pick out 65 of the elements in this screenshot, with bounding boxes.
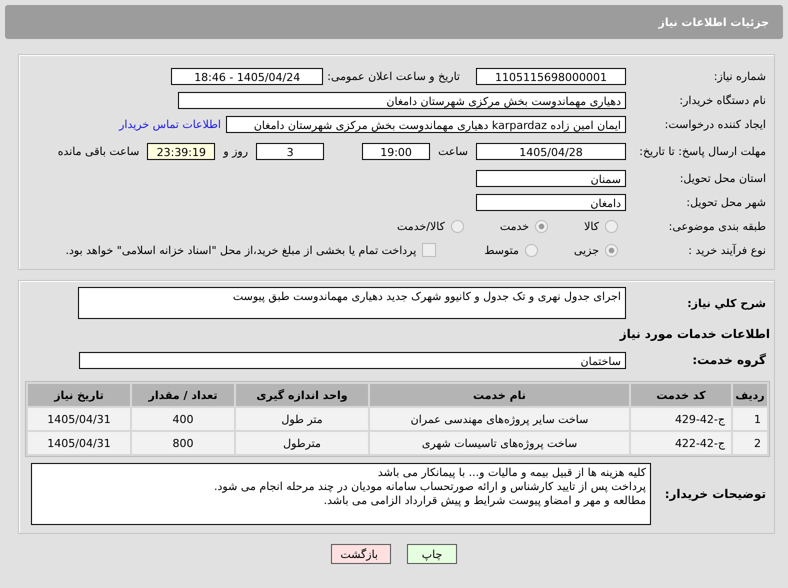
table-cell: 1 [733,408,767,430]
city-field: دامغان [476,194,626,210]
service-group-field: ساختمان [79,352,626,368]
column-header: تعداد / مقدار [132,384,234,406]
column-header: ردیف [733,384,767,406]
description-field: اجرای جدول نهری و تک جدول و کانیوو شهرک جدید دهیاری مهماندوست طبق پیوست [78,287,626,319]
time-label: ساعت [438,144,468,158]
table-cell: 800 [132,432,234,454]
radio-label: جزیی [574,244,599,256]
field-label: طبقه بندی موضوعی: [668,220,767,232]
radio-button[interactable] [524,244,538,256]
field-label: گروه خدمت: [691,353,767,367]
table-cell: ج-42-429 [631,408,731,430]
radio-button[interactable] [450,220,464,232]
field-label: توضیحات خریدار: [664,487,767,501]
radio-label: کالا/خدمت [397,220,445,232]
announce-date-field: 1405/04/24 - 18:46 [171,68,324,84]
checkbox-label: پرداخت تمام یا بخشی از مبلغ خرید،از محل "اسناد خزانه اسلامی" خواهد بود. [66,244,416,256]
province-field: سمنان [476,170,626,186]
table-cell: 1405/04/31 [28,432,130,454]
note-line: کلیه هزینه ها از قبیل بیمه و مالیات و... با پیمانکار می باشد [376,466,646,480]
field-label: استان محل تحویل: [678,172,767,184]
radio-label: کالا [584,220,599,232]
radio-button[interactable] [605,220,618,232]
section-title: اطلاعات خدمات مورد نیاز [620,327,770,341]
radio-button[interactable] [535,220,548,232]
remaining-label: ساعت باقی مانده [58,144,140,158]
radio-label: خدمت [500,220,530,232]
radio-button[interactable] [605,244,618,256]
action-button[interactable]: چاپ [407,544,457,564]
note-line: پرداخت پس از تایید کارشناس و ارائه صورتحساب سامانه مودیان در چند مرحله انجام می شود. [213,480,646,494]
requester-field: ایمان امین زاده karpardaz دهیاری مهماندوست بخش مرکزی شهرستان دامغان [226,116,626,132]
page-title: جزئیات اطلاعات نیاز [658,16,769,28]
table-cell: 400 [132,408,234,430]
field-label: نوع فرآیند خرید : [687,244,767,256]
note-line: مطالعه و مهر و امضاو پیوست شرایط و پیش قرارداد الزامی می باشد. [322,494,646,508]
field-label: تاریخ و ساعت اعلان عمومی: [327,70,460,82]
buyer-field: دهیاری مهماندوست بخش مرکزی شهرستان دامغان [178,92,626,108]
need-number-field: 1105115698000001 [476,68,626,84]
field-label: شرح كلي نياز: [686,296,767,310]
deadline-date-field: 1405/04/28 [476,142,626,160]
days-field: 3 [256,142,324,160]
field-label: ایجاد کننده درخواست: [664,118,767,130]
field-label: شماره نیاز: [712,70,767,82]
action-button[interactable]: بازگشت [331,544,391,564]
table-cell: 1405/04/31 [28,408,130,430]
table-cell: ساخت سایر پروژه‌های مهندسی عمران [370,408,629,430]
table-cell: ساخت پروژه‌های تاسیسات شهری [370,432,629,454]
radio-label: متوسط [484,244,519,256]
table-cell: متر طول [236,408,368,430]
table-cell: ج-42-422 [631,432,731,454]
table-cell: مترطول [236,432,368,454]
field-label: نام دستگاه خریدار: [678,94,767,106]
buyer-contact-link[interactable]: اطلاعات تماس خریدار [119,118,221,130]
field-label: شهر محل تحویل: [685,196,767,208]
remaining-time-field: 23:39:19 [147,142,216,160]
deadline-time-field: 19:00 [362,142,430,160]
column-header: کد خدمت [631,384,731,406]
column-header: واحد اندازه گیری [236,384,368,406]
field-label: مهلت ارسال پاسخ: تا تاریخ: [638,144,767,158]
days-label: روز و [223,144,248,158]
column-header: نام خدمت [370,384,629,406]
table-cell: 2 [733,432,767,454]
column-header: تاریخ نیاز [28,384,130,406]
checkbox[interactable] [422,243,436,257]
